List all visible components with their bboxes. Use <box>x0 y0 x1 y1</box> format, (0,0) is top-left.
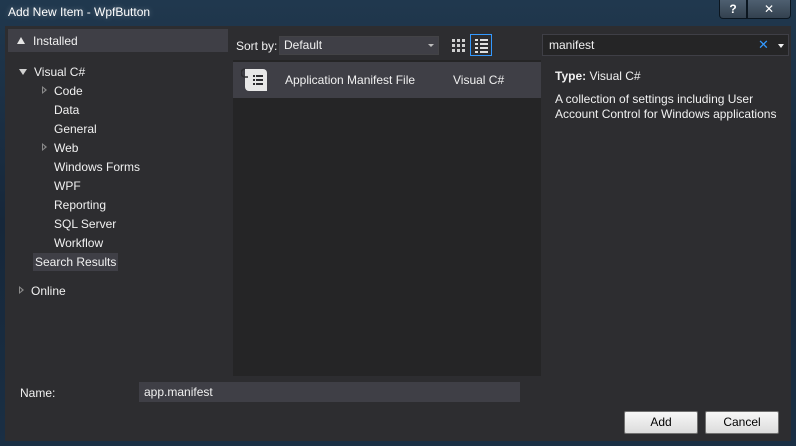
search-input[interactable] <box>543 35 743 55</box>
sort-by-label: Sort by: <box>236 39 278 53</box>
type-line: Type: Visual C# <box>555 69 641 83</box>
help-button[interactable]: ? <box>719 0 747 19</box>
small-icons-view-button[interactable] <box>447 34 469 56</box>
tree-item-web[interactable]: Web <box>54 139 78 157</box>
sort-toolbar: Sort by: Default <box>228 34 543 56</box>
details-panel: Type: Visual C# A collection of settings… <box>542 60 791 376</box>
tree-item-workflow[interactable]: Workflow <box>54 234 103 252</box>
type-value: Visual C# <box>589 69 641 83</box>
expanded-arrow-icon[interactable] <box>19 69 27 75</box>
expand-up-icon <box>17 37 25 44</box>
type-label: Type: <box>555 69 587 83</box>
window-title: Add New Item - WpfButton <box>8 5 151 19</box>
list-view-button[interactable] <box>470 34 492 56</box>
tree-item-search-results[interactable]: Search Results <box>33 253 119 271</box>
clear-search-icon[interactable]: ✕ <box>758 37 769 53</box>
installed-header[interactable]: Installed <box>8 29 228 52</box>
search-box[interactable]: ✕ <box>542 34 789 56</box>
template-tree: Installed Visual C# Code Data General We… <box>5 26 228 376</box>
title-bar[interactable]: Add New Item - WpfButton ? ✕ <box>0 0 796 26</box>
dialog-window: Add New Item - WpfButton ? ✕ Installed V… <box>0 0 796 446</box>
tree-item-wpf[interactable]: WPF <box>54 177 81 195</box>
template-language: Visual C# <box>453 73 505 87</box>
installed-label: Installed <box>33 34 78 48</box>
tree-item-data[interactable]: Data <box>54 101 79 119</box>
tree-item-online[interactable]: Online <box>31 282 66 300</box>
template-description: A collection of settings including User … <box>555 92 777 121</box>
sort-dropdown[interactable]: Default <box>279 36 439 55</box>
search-options-chevron-icon[interactable] <box>778 44 784 48</box>
list-item[interactable]: Application Manifest File Visual C# <box>233 62 541 98</box>
name-field[interactable] <box>139 382 520 402</box>
add-button[interactable]: Add <box>624 411 698 434</box>
tree-item-general[interactable]: General <box>54 120 97 138</box>
bottom-bar: Name: Add Cancel <box>5 376 791 441</box>
sort-dropdown-value: Default <box>284 38 323 52</box>
list-view-icon <box>475 39 488 53</box>
chevron-down-icon <box>428 44 434 47</box>
dialog-client-area: Installed Visual C# Code Data General We… <box>5 26 791 441</box>
grid-view-icon <box>452 39 465 52</box>
tree-item-reporting[interactable]: Reporting <box>54 196 106 214</box>
manifest-file-icon <box>240 66 271 94</box>
collapsed-arrow-icon[interactable] <box>42 86 47 94</box>
tree-item-code[interactable]: Code <box>54 82 83 100</box>
tree-item-visual-csharp[interactable]: Visual C# <box>34 63 85 81</box>
name-label: Name: <box>20 386 56 400</box>
collapsed-arrow-icon[interactable] <box>19 286 24 294</box>
close-button[interactable]: ✕ <box>747 0 791 19</box>
template-name: Application Manifest File <box>285 73 416 87</box>
tree-item-windows-forms[interactable]: Windows Forms <box>54 158 140 176</box>
template-list: Application Manifest File Visual C# <box>233 60 541 376</box>
tree-item-sql-server[interactable]: SQL Server <box>54 215 116 233</box>
collapsed-arrow-icon[interactable] <box>42 143 47 151</box>
cancel-button[interactable]: Cancel <box>705 411 779 434</box>
